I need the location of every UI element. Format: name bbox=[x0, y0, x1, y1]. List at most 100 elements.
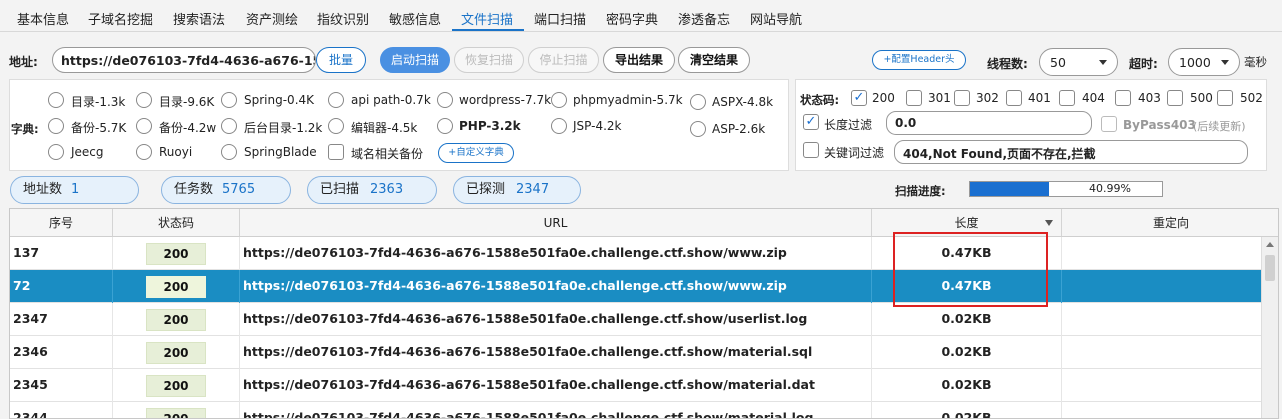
domain-backup-label: 域名相关备份 bbox=[351, 147, 424, 161]
config-header-button[interactable]: +配置Header头 bbox=[872, 50, 966, 70]
table-row[interactable]: 2345 200 https://de076103-7fd4-4636-a676… bbox=[10, 369, 1262, 402]
timeout-unit: 毫秒 bbox=[1244, 55, 1267, 69]
status-200-checkbox[interactable]: ✓ bbox=[851, 90, 867, 106]
stop-scan-button[interactable]: 停止扫描 bbox=[528, 47, 599, 73]
col-header-length-label: 长度 bbox=[954, 216, 979, 230]
dict-radio[interactable] bbox=[690, 94, 706, 110]
status-badge: 200 bbox=[146, 342, 206, 364]
table-row-selected[interactable]: 72 200 https://de076103-7fd4-4636-a676-1… bbox=[10, 270, 1262, 303]
tab-sensitive-info[interactable]: 敏感信息 bbox=[389, 9, 441, 28]
dict-option-label: ASPX-4.8k bbox=[712, 95, 774, 109]
address-count-badge: 地址数 1 bbox=[10, 176, 139, 204]
col-header-status[interactable]: 状态码 bbox=[113, 209, 240, 237]
dict-radio[interactable] bbox=[328, 92, 344, 108]
status-badge: 200 bbox=[146, 243, 206, 265]
table-row[interactable]: 2346 200 https://de076103-7fd4-4636-a676… bbox=[10, 336, 1262, 369]
cell-length: 0.02KB bbox=[872, 402, 1062, 418]
table-row[interactable]: 137 200 https://de076103-7fd4-4636-a676-… bbox=[10, 237, 1262, 270]
cell-id: 2346 bbox=[10, 336, 113, 369]
dictionary-label: 字典: bbox=[11, 122, 39, 136]
cell-id: 2345 bbox=[10, 369, 113, 402]
dict-radio[interactable] bbox=[221, 92, 237, 108]
stat-value: 2347 bbox=[516, 182, 550, 197]
length-filter-checkbox[interactable]: ✓ bbox=[803, 114, 819, 130]
threads-select[interactable]: 50 bbox=[1039, 48, 1118, 76]
dict-option-label: SpringBlade bbox=[244, 145, 317, 159]
cell-url: https://de076103-7fd4-4636-a676-1588e501… bbox=[240, 336, 872, 369]
clear-results-button[interactable]: 清空结果 bbox=[678, 47, 750, 73]
tab-file-scan[interactable]: 文件扫描 bbox=[461, 9, 513, 28]
bypass-label: ByPass403 bbox=[1123, 118, 1196, 132]
dict-radio[interactable] bbox=[328, 118, 344, 134]
dict-radio[interactable] bbox=[48, 144, 64, 160]
dict-option-label: Jeecg bbox=[71, 145, 104, 159]
dict-radio[interactable] bbox=[136, 92, 152, 108]
cell-id: 2344 bbox=[10, 402, 113, 418]
export-results-button[interactable]: 导出结果 bbox=[603, 47, 675, 73]
scan-progress-fill bbox=[970, 182, 1049, 196]
scrollbar-thumb[interactable] bbox=[1265, 255, 1275, 281]
status-403-checkbox[interactable] bbox=[1115, 90, 1131, 106]
col-header-length[interactable]: 长度 bbox=[872, 209, 1062, 237]
scroll-up-icon[interactable] bbox=[1266, 242, 1274, 247]
status-302-checkbox[interactable] bbox=[954, 90, 970, 106]
dict-radio[interactable] bbox=[437, 118, 453, 134]
bypass-checkbox[interactable] bbox=[1101, 116, 1117, 132]
address-input[interactable]: https://de076103-7fd4-4636-a676-15 bbox=[52, 47, 316, 73]
status-500-checkbox[interactable] bbox=[1167, 90, 1183, 106]
tab-subdomain[interactable]: 子域名挖掘 bbox=[88, 9, 153, 28]
dict-option-label: ASP-2.6k bbox=[712, 122, 766, 136]
col-header-id[interactable]: 序号 bbox=[10, 209, 113, 237]
table-row[interactable]: 2347 200 https://de076103-7fd4-4636-a676… bbox=[10, 303, 1262, 336]
dict-radio[interactable] bbox=[136, 118, 152, 134]
bypass-note: (后续更新) bbox=[1193, 120, 1246, 133]
length-filter-input[interactable]: 0.0 bbox=[886, 111, 1092, 135]
cell-length: 0.02KB bbox=[872, 336, 1062, 369]
col-header-redirect[interactable]: 重定向 bbox=[1062, 209, 1278, 237]
tab-fingerprint[interactable]: 指纹识别 bbox=[317, 9, 369, 28]
progress-label: 扫描进度: bbox=[895, 184, 946, 198]
custom-dict-button[interactable]: +自定义字典 bbox=[438, 143, 514, 163]
status-401-checkbox[interactable] bbox=[1006, 90, 1022, 106]
status-502-checkbox[interactable] bbox=[1217, 90, 1233, 106]
keyword-filter-input[interactable]: 404,Not Found,页面不存在,拦截 bbox=[894, 140, 1248, 164]
start-scan-button[interactable]: 启动扫描 bbox=[380, 47, 450, 73]
app-window: { "tabs":[ {"label":"基本信息"},{"label":"子域… bbox=[0, 0, 1282, 419]
status-code-label: 301 bbox=[928, 91, 951, 105]
status-404-checkbox[interactable] bbox=[1059, 90, 1075, 106]
dict-radio[interactable] bbox=[221, 144, 237, 160]
batch-button[interactable]: 批量 bbox=[316, 47, 366, 73]
dict-option-label: Spring-0.4K bbox=[244, 93, 315, 107]
dict-radio[interactable] bbox=[136, 144, 152, 160]
tab-site-nav[interactable]: 网站导航 bbox=[750, 9, 802, 28]
vertical-scrollbar[interactable] bbox=[1261, 237, 1278, 418]
tab-password-dict[interactable]: 密码字典 bbox=[606, 9, 658, 28]
scan-progress-bar bbox=[969, 181, 1163, 197]
cell-id: 2347 bbox=[10, 303, 113, 336]
keyword-filter-checkbox[interactable] bbox=[803, 142, 819, 158]
col-header-url[interactable]: URL bbox=[240, 209, 872, 237]
tab-asset-mapping[interactable]: 资产测绘 bbox=[246, 9, 298, 28]
tab-basic-info[interactable]: 基本信息 bbox=[17, 9, 69, 28]
tab-pentest-notes[interactable]: 渗透备忘 bbox=[678, 9, 730, 28]
dict-option-label: wordpress-7.7k bbox=[459, 93, 552, 107]
timeout-select[interactable]: 1000 bbox=[1168, 48, 1240, 76]
dict-radio[interactable] bbox=[221, 118, 237, 134]
domain-backup-checkbox[interactable] bbox=[328, 144, 344, 160]
tab-port-scan[interactable]: 端口扫描 bbox=[534, 9, 586, 28]
status-301-checkbox[interactable] bbox=[906, 90, 922, 106]
dict-radio[interactable] bbox=[48, 118, 64, 134]
status-code-label: 302 bbox=[976, 91, 999, 105]
detected-count-badge: 已探测 2347 bbox=[453, 176, 581, 204]
threads-label: 线程数: bbox=[987, 57, 1028, 71]
dict-radio[interactable] bbox=[690, 121, 706, 137]
cell-length: 0.47KB bbox=[872, 237, 1062, 270]
dict-radio[interactable] bbox=[437, 92, 453, 108]
dict-radio[interactable] bbox=[48, 92, 64, 108]
stat-label: 已扫描 bbox=[320, 182, 360, 197]
dict-radio[interactable] bbox=[551, 92, 567, 108]
table-row[interactable]: 2344 200 https://de076103-7fd4-4636-a676… bbox=[10, 402, 1262, 418]
resume-scan-button[interactable]: 恢复扫描 bbox=[454, 47, 524, 73]
tab-search-syntax[interactable]: 搜索语法 bbox=[173, 9, 225, 28]
dict-radio[interactable] bbox=[551, 118, 567, 134]
